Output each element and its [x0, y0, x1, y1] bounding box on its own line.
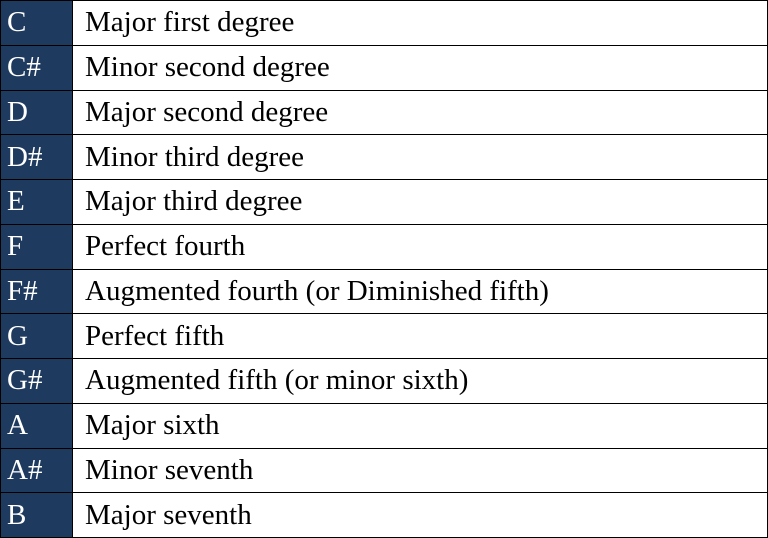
note-cell: G#	[1, 359, 73, 404]
note-cell: C	[1, 1, 73, 46]
degree-cell: Minor seventh	[73, 448, 768, 493]
degree-cell: Major seventh	[73, 493, 768, 538]
table-row: B Major seventh	[1, 493, 768, 538]
table-row: A Major sixth	[1, 403, 768, 448]
note-cell: D	[1, 90, 73, 135]
degree-cell: Minor second degree	[73, 45, 768, 90]
table-row: G# Augmented fifth (or minor sixth)	[1, 359, 768, 404]
degree-cell: Minor third degree	[73, 135, 768, 180]
degree-cell: Augmented fifth (or minor sixth)	[73, 359, 768, 404]
note-cell: D#	[1, 135, 73, 180]
degree-cell: Perfect fourth	[73, 224, 768, 269]
note-cell: A	[1, 403, 73, 448]
degree-cell: Augmented fourth (or Diminished fifth)	[73, 269, 768, 314]
table-row: F Perfect fourth	[1, 224, 768, 269]
table-row: C# Minor second degree	[1, 45, 768, 90]
degree-cell: Perfect fifth	[73, 314, 768, 359]
degree-cell: Major first degree	[73, 1, 768, 46]
table-row: G Perfect fifth	[1, 314, 768, 359]
table-row: A# Minor seventh	[1, 448, 768, 493]
note-cell: G	[1, 314, 73, 359]
table-row: D# Minor third degree	[1, 135, 768, 180]
degree-cell: Major third degree	[73, 180, 768, 225]
table-row: E Major third degree	[1, 180, 768, 225]
note-cell: A#	[1, 448, 73, 493]
degree-cell: Major second degree	[73, 90, 768, 135]
interval-degree-table: C Major first degree C# Minor second deg…	[0, 0, 768, 538]
note-cell: B	[1, 493, 73, 538]
note-cell: C#	[1, 45, 73, 90]
note-cell: F#	[1, 269, 73, 314]
table-row: D Major second degree	[1, 90, 768, 135]
note-cell: E	[1, 180, 73, 225]
degree-cell: Major sixth	[73, 403, 768, 448]
table-row: F# Augmented fourth (or Diminished fifth…	[1, 269, 768, 314]
table-row: C Major first degree	[1, 1, 768, 46]
note-cell: F	[1, 224, 73, 269]
